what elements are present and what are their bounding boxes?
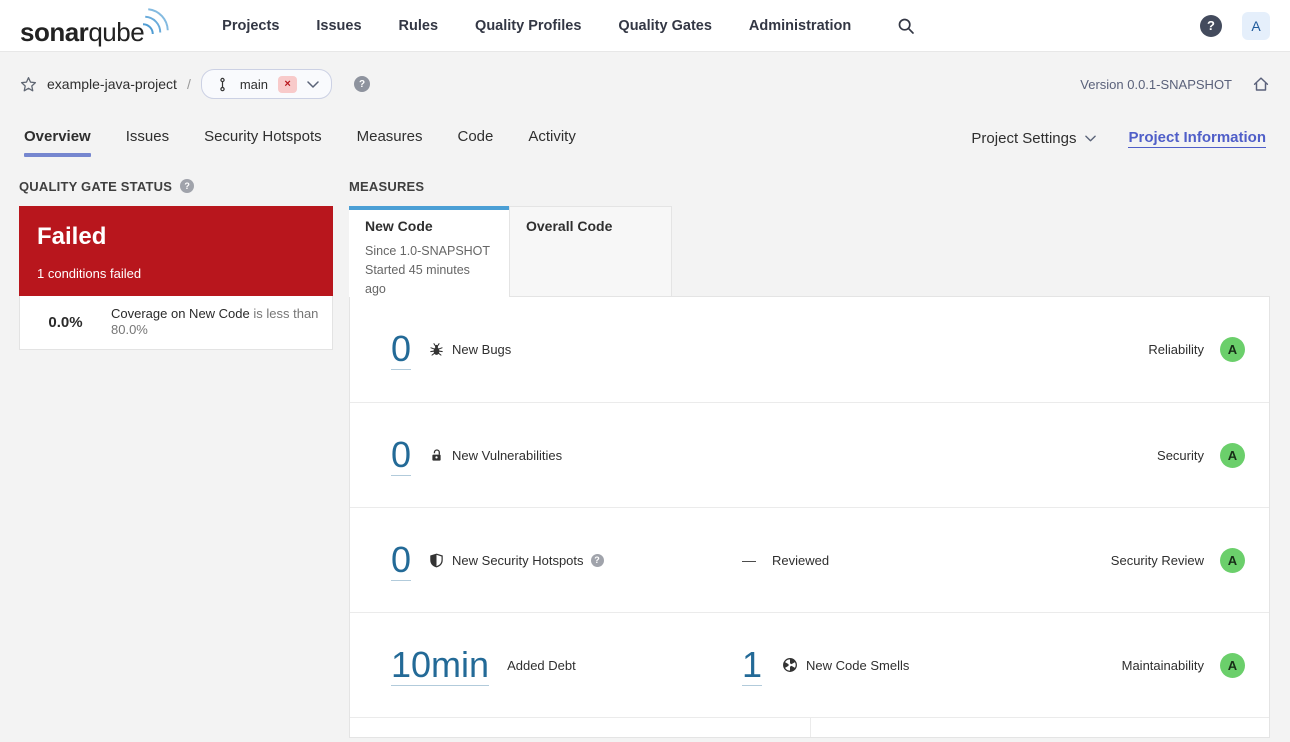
new-code-since: Since 1.0-SNAPSHOT <box>365 244 491 258</box>
branch-selector[interactable]: main × <box>200 69 333 99</box>
nav-item-quality-gates[interactable]: Quality Gates <box>618 18 711 34</box>
reviewed-value: — <box>742 552 756 568</box>
breadcrumb: example-java-project / main × ? Version … <box>0 52 1290 110</box>
measure-row-maintainability: 10min Added Debt 1 New Code Smells Maint… <box>350 612 1269 717</box>
tab-new-code[interactable]: New Code Since 1.0-SNAPSHOT Started 45 m… <box>349 206 509 297</box>
quality-gate-title: QUALITY GATE STATUS <box>19 178 173 194</box>
overview-content: QUALITY GATE STATUS ? Failed 1 condition… <box>0 166 1290 738</box>
breadcrumb-separator: / <box>186 76 191 92</box>
bug-icon <box>429 342 444 357</box>
home-icon[interactable] <box>1252 75 1270 93</box>
nav-item-rules[interactable]: Rules <box>399 18 439 34</box>
tab-activity[interactable]: Activity <box>528 112 576 165</box>
top-right-controls: ? A <box>1200 11 1270 40</box>
measure-row-security-review: 0 New Security Hotspots ? — Reviewed Sec… <box>350 507 1269 612</box>
sonarqube-logo[interactable]: sonar qube <box>20 4 170 48</box>
domain-label: Security Review <box>1110 552 1204 568</box>
sonarqube-swoosh-icon <box>143 7 169 34</box>
quality-gate-help-icon[interactable]: ? <box>180 179 195 193</box>
added-debt-value[interactable]: 10min <box>391 644 490 686</box>
new-vulnerabilities-count[interactable]: 0 <box>391 434 412 476</box>
branch-icon <box>220 77 225 91</box>
new-code-started: Started 45 minutes ago <box>365 263 470 296</box>
shield-icon <box>429 553 444 568</box>
measure-label: New Security Hotspots <box>452 552 584 568</box>
project-name-link[interactable]: example-java-project <box>47 76 177 92</box>
search-button[interactable] <box>897 17 915 35</box>
branch-name: main <box>239 76 269 92</box>
project-version: Version 0.0.1-SNAPSHOT <box>1080 76 1232 92</box>
measures-header: MEASURES <box>349 178 1270 194</box>
branch-help-icon[interactable]: ? <box>354 76 371 92</box>
condition-value: 0.0% <box>48 313 83 331</box>
quality-gate-condition-row[interactable]: 0.0% Coverage on New Code is less than 8… <box>20 295 332 349</box>
main-nav-items: Projects Issues Rules Quality Profiles Q… <box>222 18 851 34</box>
tab-issues[interactable]: Issues <box>126 112 169 165</box>
measure-row-reliability: 0 New Bugs Reliability A <box>350 297 1269 402</box>
project-tabs: Overview Issues Security Hotspots Measur… <box>24 112 576 165</box>
logo-text-bold: sonar <box>20 16 89 47</box>
tab-code[interactable]: Code <box>457 112 493 165</box>
tabs-right-controls: Project Settings Project Information <box>971 129 1266 148</box>
tab-measures[interactable]: Measures <box>357 112 423 165</box>
favorite-star-icon[interactable] <box>20 76 37 93</box>
quality-gate-status: Failed <box>37 223 107 250</box>
condition-metric: Coverage on New Code <box>111 306 250 321</box>
quality-gate-header: QUALITY GATE STATUS ? <box>19 178 333 194</box>
project-settings-label: Project Settings <box>971 129 1077 147</box>
measure-label: New Vulnerabilities <box>452 447 563 463</box>
measures-panel: 0 New Bugs Reliability A 0 New Vulnerabi… <box>349 296 1270 738</box>
quality-gate-panel: Failed 1 conditions failed 0.0% Coverage… <box>19 206 333 350</box>
logo-text-light: qube <box>88 16 145 47</box>
breadcrumb-right: Version 0.0.1-SNAPSHOT <box>1080 75 1270 93</box>
new-bugs-count[interactable]: 0 <box>391 329 412 370</box>
overall-code-tab-label: Overall Code <box>526 218 613 234</box>
nav-item-issues[interactable]: Issues <box>316 18 361 34</box>
added-debt-label: Added Debt <box>507 657 576 673</box>
nav-item-projects[interactable]: Projects <box>222 18 279 34</box>
new-security-hotspots-count[interactable]: 0 <box>391 539 412 581</box>
domain-label: Maintainability <box>1121 657 1204 673</box>
duplications-cell-partial <box>811 718 1269 737</box>
code-smell-icon <box>782 657 798 673</box>
tab-overall-code[interactable]: Overall Code <box>509 206 672 297</box>
measures-next-section-partial <box>350 717 1269 737</box>
branch-status-failed-badge: × <box>278 75 298 93</box>
quality-gate-conditions-summary: 1 conditions failed <box>37 266 142 281</box>
reliability-rating-badge[interactable]: A <box>1220 337 1245 362</box>
quality-gate-status-banner: Failed 1 conditions failed <box>19 206 333 296</box>
nav-item-quality-profiles[interactable]: Quality Profiles <box>475 18 581 34</box>
new-code-smells-label: New Code Smells <box>806 657 910 673</box>
project-information-link[interactable]: Project Information <box>1128 129 1266 148</box>
nav-item-administration[interactable]: Administration <box>749 18 851 34</box>
help-icon[interactable]: ? <box>1200 14 1222 37</box>
measures-column: MEASURES New Code Since 1.0-SNAPSHOT Sta… <box>349 176 1270 738</box>
avatar[interactable]: A <box>1242 11 1270 40</box>
security-review-rating-badge[interactable]: A <box>1220 547 1245 573</box>
new-code-smells-count[interactable]: 1 <box>742 644 763 686</box>
coverage-cell-partial <box>350 718 811 737</box>
measures-title: MEASURES <box>349 178 425 194</box>
tab-security-hotspots[interactable]: Security Hotspots <box>204 112 322 165</box>
domain-label: Reliability <box>1148 342 1204 357</box>
quality-gate-column: QUALITY GATE STATUS ? Failed 1 condition… <box>19 176 333 350</box>
measure-row-security: 0 New Vulnerabilities Security A <box>350 402 1269 507</box>
hotspots-help-icon[interactable]: ? <box>590 553 604 567</box>
maintainability-rating-badge[interactable]: A <box>1220 652 1245 678</box>
search-icon <box>898 18 915 34</box>
domain-label: Security <box>1157 447 1204 463</box>
chevron-down-icon <box>307 80 319 88</box>
measure-label: New Bugs <box>452 342 512 357</box>
project-tabs-row: Overview Issues Security Hotspots Measur… <box>0 110 1290 166</box>
lock-icon <box>429 448 444 463</box>
reviewed-label: Reviewed <box>772 552 830 568</box>
security-rating-badge[interactable]: A <box>1220 442 1245 468</box>
measures-tabs: New Code Since 1.0-SNAPSHOT Started 45 m… <box>349 206 1270 297</box>
new-code-tab-label: New Code <box>365 218 433 234</box>
chevron-down-icon <box>1085 135 1097 141</box>
project-settings-dropdown[interactable]: Project Settings <box>971 129 1097 147</box>
top-navigation-bar: sonar qube Projects Issues Rules Quality … <box>0 0 1290 52</box>
condition-text: Coverage on New Code is less than 80.0% <box>111 306 320 338</box>
tab-overview[interactable]: Overview <box>24 112 91 165</box>
